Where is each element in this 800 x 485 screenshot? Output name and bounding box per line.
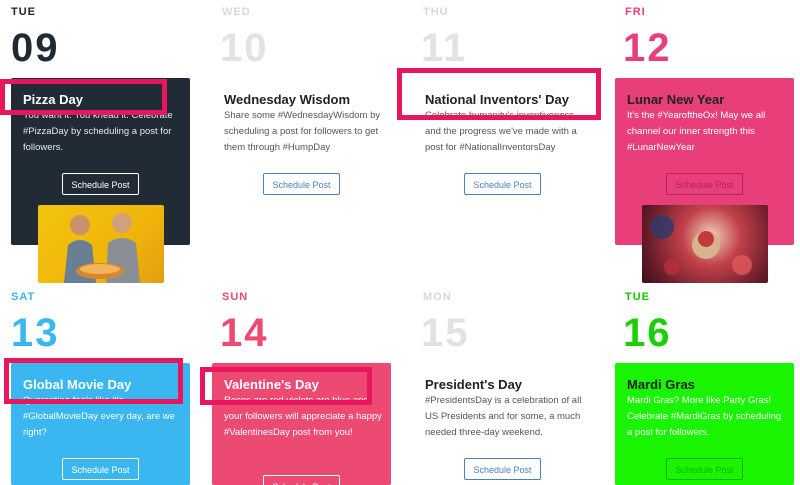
schedule-post-button[interactable]: Schedule Post: [464, 173, 541, 195]
day-number: 12: [623, 26, 672, 70]
day-of-week: FRI: [625, 6, 646, 18]
day-of-week: SUN: [222, 291, 249, 303]
event-description: #PresidentsDay is a celebration of all U…: [425, 395, 582, 438]
day-number: 11: [421, 26, 468, 70]
title-highlight: [4, 358, 183, 404]
day-of-week: THU: [423, 6, 449, 18]
day-number: 09: [11, 26, 60, 70]
event-card: Wednesday Wisdom Share some #WednesdayWi…: [212, 78, 391, 245]
lunar-new-year-photo: [642, 205, 768, 283]
day-number: 15: [421, 311, 470, 355]
event-description: Mardi Gras? More like Party Gras! Celebr…: [627, 395, 782, 438]
event-description: Share some #WednesdayWisdom by schedulin…: [224, 110, 381, 153]
day-number: 13: [11, 311, 60, 355]
schedule-post-button[interactable]: Schedule Post: [62, 458, 139, 480]
title-highlight: [200, 367, 372, 405]
event-title: Lunar New Year: [627, 92, 725, 107]
day-number: 14: [220, 311, 269, 355]
schedule-post-button[interactable]: Schedule Post: [666, 458, 743, 480]
event-description: You want it. You knead it. Celebrate #Pi…: [23, 110, 173, 153]
day-of-week: TUE: [625, 291, 650, 303]
pizza-photo: [38, 205, 164, 283]
schedule-post-button[interactable]: Schedule Post: [263, 173, 340, 195]
day-12: FRI 12 Lunar New Year It's the #Yearofth…: [615, 0, 795, 283]
schedule-post-button[interactable]: Schedule Post: [62, 173, 139, 195]
day-09: TUE 09 Pizza Day You want it. You knead …: [0, 0, 191, 283]
day-of-week: MON: [423, 291, 452, 303]
day-15: MON 15 President's Day #PresidentsDay is…: [413, 285, 593, 485]
day-11: THU 11 National Inventors' Day Celebrate…: [397, 0, 601, 270]
event-card: Mardi Gras Mardi Gras? More like Party G…: [615, 363, 794, 485]
title-highlight: [397, 68, 601, 120]
day-of-week: TUE: [11, 6, 36, 18]
day-of-week: SAT: [11, 291, 36, 303]
schedule-post-button[interactable]: Schedule Post: [666, 173, 743, 195]
day-number: 10: [220, 26, 269, 70]
day-13: SAT 13 Global Movie Day Quarantine feels…: [4, 285, 191, 485]
day-14: SUN 14 Valentine's Day Roses are red vio…: [200, 285, 392, 485]
title-highlight: [0, 79, 167, 115]
day-number: 16: [623, 311, 672, 355]
event-description: It's the #YearoftheOx! May we all channe…: [627, 110, 766, 153]
day-of-week: WED: [222, 6, 251, 18]
event-title: President's Day: [425, 377, 523, 392]
event-title: Wednesday Wisdom: [224, 92, 351, 107]
schedule-post-button[interactable]: Schedule Post: [464, 458, 541, 480]
event-card: President's Day #PresidentsDay is a cele…: [413, 363, 592, 485]
schedule-post-button[interactable]: Schedule Post: [263, 475, 340, 485]
day-10: WED 10 Wednesday Wisdom Share some #Wedn…: [212, 0, 392, 270]
day-16: TUE 16 Mardi Gras Mardi Gras? More like …: [615, 285, 795, 485]
event-title: Mardi Gras: [627, 377, 695, 392]
